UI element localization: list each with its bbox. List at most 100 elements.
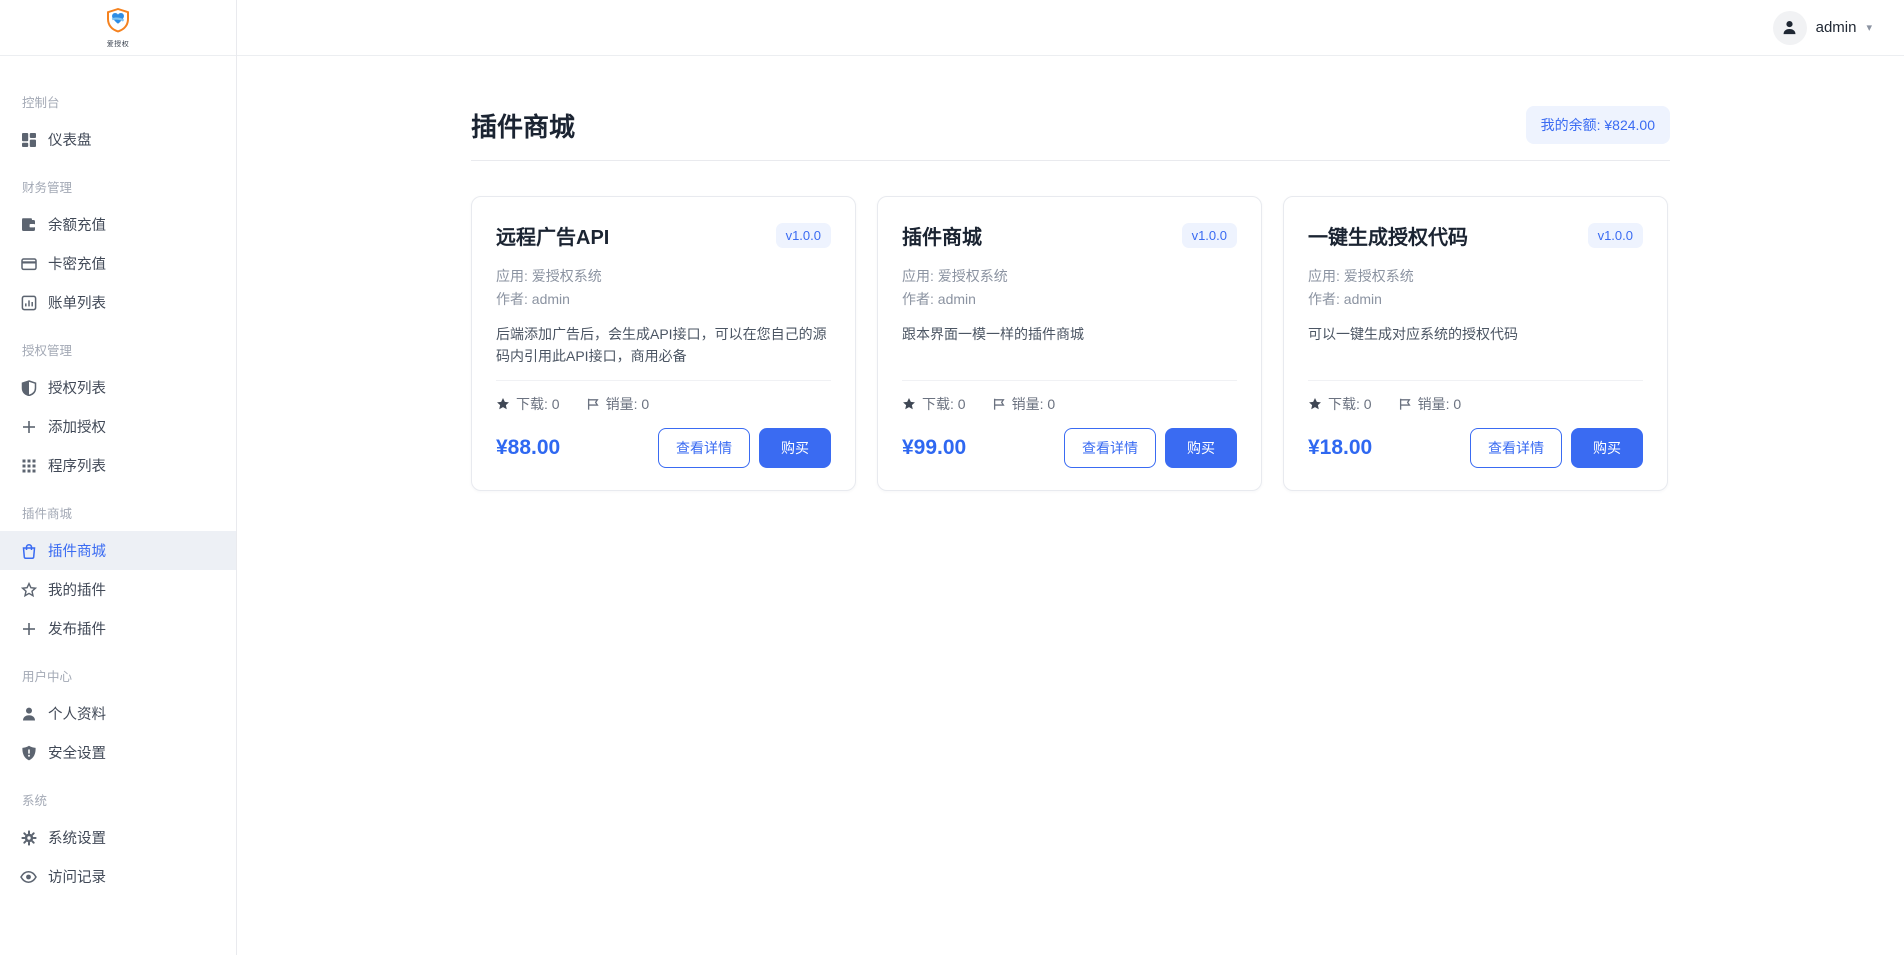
plugin-description: 可以一键生成对应系统的授权代码 (1308, 323, 1643, 367)
sidebar-item-label: 程序列表 (48, 455, 106, 476)
sidebar-item-label: 余额充值 (48, 214, 106, 235)
plugin-title: 插件商城 (902, 221, 982, 250)
app-root: 爱授权 控制台 仪表盘 财务管理 余额充值 卡密充值 (0, 0, 1904, 955)
topbar: admin ▾ (237, 0, 1904, 56)
sidebar-item-label: 添加授权 (48, 416, 106, 437)
sidebar-item-label: 仪表盘 (48, 129, 92, 150)
chevron-down-icon: ▾ (1866, 21, 1872, 34)
sidebar-item-label: 账单列表 (48, 292, 106, 313)
version-badge: v1.0.0 (1182, 223, 1237, 248)
flag-icon (1398, 397, 1412, 411)
plugin-card: 插件商城 v1.0.0 应用: 爱授权系统 作者: admin 跟本界面一模一样… (877, 196, 1262, 491)
nav-section-label: 插件商城 (0, 485, 236, 531)
plus-icon (20, 620, 37, 637)
sidebar-item-label: 访问记录 (48, 866, 106, 887)
sidebar-item-system-settings[interactable]: 系统设置 (0, 818, 236, 857)
grid-dots-icon (20, 457, 37, 474)
sales-stat: 销量: 0 (992, 394, 1056, 414)
plugin-app: 应用: 爱授权系统 (902, 265, 1237, 288)
sales-stat: 销量: 0 (1398, 394, 1462, 414)
sidebar-item-label: 授权列表 (48, 377, 106, 398)
nav-section-label: 控制台 (0, 74, 236, 120)
plugin-stats: 下载: 0 销量: 0 (902, 381, 1237, 416)
nav-section-label: 系统 (0, 772, 236, 818)
downloads-stat: 下载: 0 (902, 394, 966, 414)
avatar (1773, 11, 1807, 45)
plugin-card: 一键生成授权代码 v1.0.0 应用: 爱授权系统 作者: admin 可以一键… (1283, 196, 1668, 491)
plugin-title: 远程广告API (496, 221, 609, 250)
sidebar-item-label: 安全设置 (48, 742, 106, 763)
bill-chart-icon (20, 294, 37, 311)
sidebar-nav: 控制台 仪表盘 财务管理 余额充值 卡密充值 (0, 56, 236, 896)
sidebar-item-add-auth[interactable]: 添加授权 (0, 407, 236, 446)
sidebar-item-label: 插件商城 (48, 540, 106, 561)
plugin-cards-grid: 远程广告API v1.0.0 应用: 爱授权系统 作者: admin 后端添加广… (471, 196, 1670, 491)
plugin-price: ¥88.00 (496, 436, 560, 460)
sidebar-item-program-list[interactable]: 程序列表 (0, 446, 236, 485)
plugin-title: 一键生成授权代码 (1308, 221, 1468, 250)
plus-icon (20, 418, 37, 435)
sidebar-item-label: 个人资料 (48, 703, 106, 724)
nav-section-label: 财务管理 (0, 159, 236, 205)
view-details-button[interactable]: 查看详情 (1064, 428, 1156, 468)
page-head: 插件商城 我的余额: ¥824.00 (471, 106, 1670, 144)
dashboard-icon (20, 131, 37, 148)
balance-badge: 我的余额: ¥824.00 (1526, 106, 1670, 144)
sidebar-item-dashboard[interactable]: 仪表盘 (0, 120, 236, 159)
buy-button[interactable]: 购买 (759, 428, 831, 468)
shield-filled-icon (20, 744, 37, 761)
sidebar-item-balance-recharge[interactable]: 余额充值 (0, 205, 236, 244)
plugin-stats: 下载: 0 销量: 0 (496, 381, 831, 416)
sidebar-item-access-log[interactable]: 访问记录 (0, 857, 236, 896)
star-icon (1308, 397, 1322, 411)
sidebar-item-auth-list[interactable]: 授权列表 (0, 368, 236, 407)
gear-icon (20, 829, 37, 846)
logo-area[interactable]: 爱授权 (0, 0, 236, 56)
sidebar-item-card-recharge[interactable]: 卡密充值 (0, 244, 236, 283)
plugin-app: 应用: 爱授权系统 (1308, 265, 1643, 288)
sidebar-item-publish-plugin[interactable]: 发布插件 (0, 609, 236, 648)
sidebar-item-label: 系统设置 (48, 827, 106, 848)
sidebar-item-profile[interactable]: 个人资料 (0, 694, 236, 733)
sidebar-item-plugin-market[interactable]: 插件商城 (0, 531, 236, 570)
view-details-button[interactable]: 查看详情 (1470, 428, 1562, 468)
buy-button[interactable]: 购买 (1571, 428, 1643, 468)
sidebar-item-my-plugins[interactable]: 我的插件 (0, 570, 236, 609)
plugin-author: 作者: admin (496, 288, 831, 311)
flag-icon (992, 397, 1006, 411)
title-divider (471, 160, 1670, 161)
version-badge: v1.0.0 (776, 223, 831, 248)
plugin-description: 跟本界面一模一样的插件商城 (902, 323, 1237, 367)
username-label: admin (1816, 19, 1857, 36)
page-title: 插件商城 (471, 107, 575, 144)
plugin-app: 应用: 爱授权系统 (496, 265, 831, 288)
user-icon (20, 705, 37, 722)
plugin-stats: 下载: 0 销量: 0 (1308, 381, 1643, 416)
plugin-price: ¥18.00 (1308, 436, 1372, 460)
credit-card-icon (20, 255, 37, 272)
wallet-icon (20, 216, 37, 233)
sidebar-item-label: 卡密充值 (48, 253, 106, 274)
flag-icon (586, 397, 600, 411)
main-content: 插件商城 我的余额: ¥824.00 远程广告API v1.0.0 应用: 爱授… (237, 56, 1904, 955)
star-icon (20, 581, 37, 598)
sidebar-item-label: 发布插件 (48, 618, 106, 639)
logo-text: 爱授权 (107, 39, 130, 49)
plugin-description: 后端添加广告后，会生成API接口，可以在您自己的源码内引用此API接口，商用必备 (496, 323, 831, 367)
sidebar: 爱授权 控制台 仪表盘 财务管理 余额充值 卡密充值 (0, 0, 237, 955)
shopping-bag-icon (20, 542, 37, 559)
eye-icon (20, 868, 37, 885)
nav-section-label: 用户中心 (0, 648, 236, 694)
buy-button[interactable]: 购买 (1165, 428, 1237, 468)
sidebar-item-label: 我的插件 (48, 579, 106, 600)
downloads-stat: 下载: 0 (496, 394, 560, 414)
user-menu[interactable]: admin ▾ (1773, 11, 1872, 45)
version-badge: v1.0.0 (1588, 223, 1643, 248)
downloads-stat: 下载: 0 (1308, 394, 1372, 414)
view-details-button[interactable]: 查看详情 (658, 428, 750, 468)
shield-icon (20, 379, 37, 396)
app-logo-icon (106, 7, 130, 38)
sidebar-item-security[interactable]: 安全设置 (0, 733, 236, 772)
nav-section-label: 授权管理 (0, 322, 236, 368)
sidebar-item-bill-list[interactable]: 账单列表 (0, 283, 236, 322)
